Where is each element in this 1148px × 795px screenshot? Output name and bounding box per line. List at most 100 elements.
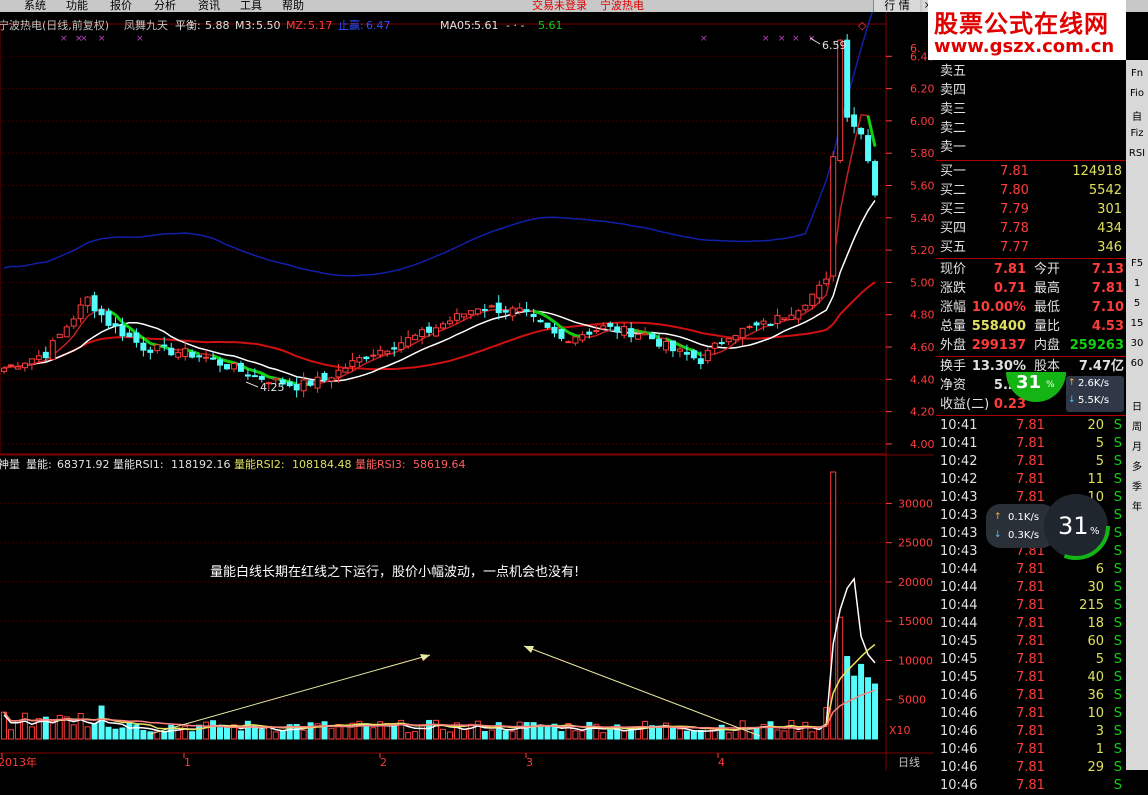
volume-bar <box>300 729 307 740</box>
buy-level-price[interactable]: 7.78 <box>1000 219 1029 238</box>
buy-level-price[interactable]: 7.77 <box>1000 238 1029 257</box>
tick-volume: 215 <box>1079 598 1104 613</box>
network-speed-widget-2[interactable]: ↑ 0.1K/s ↓ 0.3K/s 31% <box>986 492 1110 560</box>
menu-tools[interactable]: 工具 <box>240 0 262 12</box>
candle <box>858 127 865 140</box>
candle <box>168 342 175 357</box>
tool-button[interactable]: 周 <box>1128 418 1146 433</box>
menu-news[interactable]: 资讯 <box>198 0 220 12</box>
volume-bar <box>196 724 203 740</box>
volume-bar <box>244 720 251 740</box>
menu-help[interactable]: 帮助 <box>282 0 304 12</box>
tick-volume: 20 <box>1087 418 1104 433</box>
candle <box>509 305 516 321</box>
legend-indicator-name: 凤舞九天 <box>124 19 168 32</box>
tick-volume: 5 <box>1095 436 1104 451</box>
buy-level-price[interactable]: 7.80 <box>1000 181 1029 200</box>
tool-button[interactable]: RSI <box>1128 148 1146 159</box>
tool-button[interactable]: 60 <box>1128 358 1146 369</box>
stock-name-title: 宁波热电 <box>600 0 644 12</box>
quote-button[interactable]: 行 情 <box>873 0 920 12</box>
candle <box>419 326 426 345</box>
volume-bar <box>140 729 147 740</box>
volume-bars <box>1 471 879 740</box>
candle <box>774 308 781 329</box>
tool-button[interactable]: F5 <box>1128 258 1146 269</box>
price-axis-label: 5.40 <box>910 212 934 225</box>
stat-label-left: 收益(二) <box>940 397 990 412</box>
sub-legend-rsi3-value: 58619.64 <box>413 458 466 471</box>
tool-button[interactable]: 季 <box>1128 478 1146 493</box>
tick-price: 7.81 <box>1016 724 1045 739</box>
legend-corner-icon[interactable]: ◇ <box>858 19 867 32</box>
candle <box>412 333 419 341</box>
tick-price: 7.81 <box>1016 598 1045 613</box>
network-speed-widget[interactable]: 31% ↑ 2.6K/s ↓ 5.5K/s <box>1006 372 1126 418</box>
menu-system[interactable]: 系统 <box>24 0 46 12</box>
period-label[interactable]: 日线 <box>898 755 920 769</box>
tick-side: S <box>1113 688 1122 703</box>
tool-button[interactable]: Fiz <box>1128 128 1146 139</box>
tool-button[interactable]: Fio <box>1128 88 1146 99</box>
date-axis-month-1: 1 <box>184 756 191 769</box>
signal-mark: × <box>778 34 786 44</box>
tick-volume: 1 <box>1095 742 1104 757</box>
ma5-down-segment <box>247 367 256 373</box>
tick-side: S <box>1113 544 1122 559</box>
menu-function[interactable]: 功能 <box>66 0 88 12</box>
tick-time: 10:44 <box>940 562 978 577</box>
tick-side: S <box>1113 652 1122 667</box>
candle <box>788 307 795 321</box>
speed-percent-unit: % <box>1046 380 1055 390</box>
candle <box>488 304 495 308</box>
download-speed-2: 0.3K/s <box>1008 530 1040 541</box>
legend-stock-name: 宁波热电(日线,前复权) <box>0 18 109 32</box>
volume-bar <box>467 723 474 740</box>
tool-button[interactable]: 多 <box>1128 458 1146 473</box>
volume-bar <box>433 719 440 740</box>
candle <box>537 318 544 323</box>
menu-analysis[interactable]: 分析 <box>154 0 176 12</box>
tick-time: 10:45 <box>940 634 978 649</box>
kline-chart[interactable]: ×××××××××× 6.406.206.005.805.605.405.205… <box>0 12 934 770</box>
tool-button[interactable]: 5 <box>1128 298 1146 309</box>
volume-bar <box>774 729 781 740</box>
stat-value-left: 0.71 <box>993 281 1026 296</box>
date-axis-month-2: 2 <box>380 756 387 769</box>
tool-button[interactable]: 30 <box>1128 338 1146 349</box>
tick-side: S <box>1113 598 1122 613</box>
tick-time: 10:41 <box>940 418 978 433</box>
buy-level-price[interactable]: 7.79 <box>1000 200 1029 219</box>
sub-legend-name: 神量 <box>0 457 20 471</box>
tool-button[interactable]: Fn <box>1128 68 1146 79</box>
candle <box>795 308 802 324</box>
menu-quote[interactable]: 报价 <box>110 0 132 12</box>
stat-value-right: 259263 <box>1069 338 1124 353</box>
volume-bar <box>858 663 865 740</box>
volume-bar <box>189 731 196 740</box>
tick-side: S <box>1113 670 1122 685</box>
tool-button[interactable]: 年 <box>1128 498 1146 513</box>
stat-label-right: 内盘 <box>1034 338 1061 353</box>
trade-status[interactable]: 交易未登录 <box>532 0 587 12</box>
candle <box>223 363 230 371</box>
signal-mark: × <box>792 34 800 44</box>
stat-value-right: 7.10 <box>1091 300 1124 315</box>
buy-level-price[interactable]: 7.81 <box>1000 162 1029 181</box>
candle <box>872 159 879 198</box>
tick-price: 7.81 <box>1016 418 1045 433</box>
candle <box>746 324 753 330</box>
tool-button[interactable]: 自 <box>1128 108 1146 123</box>
volume-bar <box>767 721 774 740</box>
tool-button[interactable]: 日 <box>1128 398 1146 413</box>
tick-price: 7.81 <box>1016 778 1045 793</box>
volume-bar <box>217 727 224 740</box>
tick-price: 7.81 <box>1016 760 1045 775</box>
volume-bar <box>732 729 739 740</box>
tool-button[interactable]: 1 <box>1128 278 1146 289</box>
tool-button[interactable]: 15 <box>1128 318 1146 329</box>
tool-button[interactable]: 月 <box>1128 438 1146 453</box>
candle <box>196 353 203 362</box>
legend-mz-value: 5.17 <box>308 19 333 32</box>
tick-price: 7.81 <box>1016 688 1045 703</box>
